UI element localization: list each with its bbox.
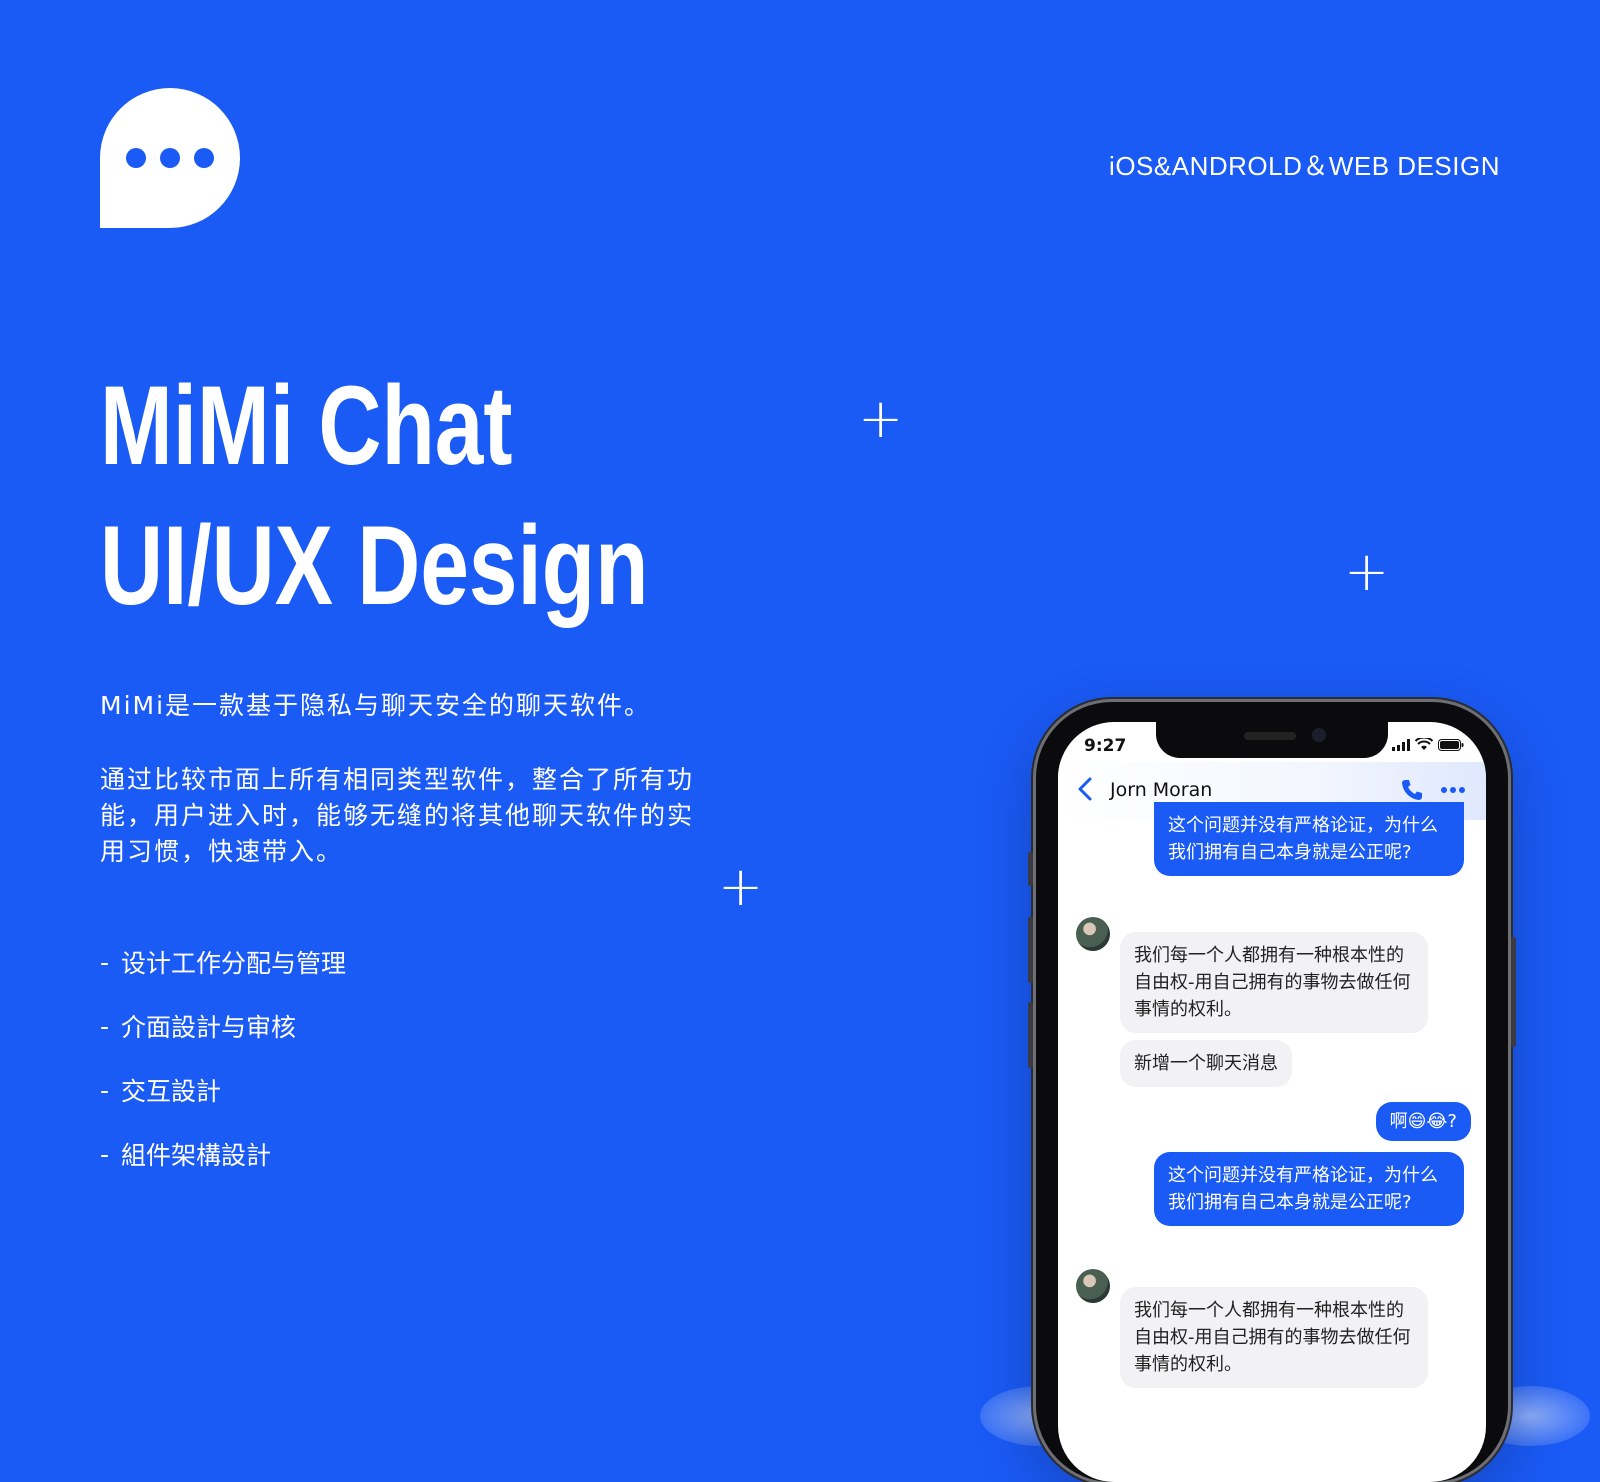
camera-icon <box>1312 728 1326 742</box>
volume-down-button <box>1028 1002 1033 1068</box>
message-bubble-incoming[interactable]: 我们每一个人都拥有一种根本性的自由权-用自己拥有的事物去做任何事情的权利。 <box>1120 932 1428 1033</box>
cellular-signal-icon <box>1392 738 1410 751</box>
feature-item: - 设计工作分配与管理 <box>100 930 346 994</box>
page-title-line2: UI/UX Design <box>100 503 649 628</box>
feature-item: - 交互設計 <box>100 1058 346 1122</box>
feature-label: 組件架構設計 <box>121 1141 272 1170</box>
message-bubble-outgoing[interactable]: 这个问题并没有严格论证，为什么我们拥有自己本身就是公正呢? <box>1154 1152 1464 1226</box>
more-options-icon[interactable] <box>1440 786 1466 794</box>
status-time: 9:27 <box>1084 736 1127 756</box>
plus-decoration-icon: + <box>1344 540 1390 603</box>
mute-switch <box>1028 852 1033 886</box>
feature-dash: - <box>100 1011 110 1041</box>
status-icons <box>1392 738 1464 751</box>
feature-label: 交互設計 <box>121 1077 222 1106</box>
phone-screen: 9:27 Jorn Moran 这个问题并没有严格论证，为什么我们拥有自己本身就… <box>1058 722 1486 1482</box>
wifi-icon <box>1415 738 1433 750</box>
description-text: 通过比较市面上所有相同类型软件，整合了所有功能，用户进入时，能够无缝的将其他聊天… <box>100 765 695 866</box>
contact-avatar[interactable] <box>1076 1269 1110 1303</box>
feature-list: - 设计工作分配与管理 - 介面設計与审核 - 交互設計 - 組件架構設計 <box>100 930 346 1186</box>
volume-up-button <box>1028 917 1033 983</box>
platform-tagline: iOS&ANDROLD＆WEB DESIGN <box>1109 151 1500 181</box>
battery-icon <box>1438 738 1464 751</box>
speaker-grille <box>1244 732 1296 740</box>
feature-item: - 介面設計与审核 <box>100 994 346 1058</box>
feature-item: - 組件架構設計 <box>100 1122 346 1186</box>
intro-text: MiMi是一款基于隐私与聊天安全的聊天软件。 <box>100 691 652 720</box>
back-chevron-icon[interactable] <box>1076 776 1094 802</box>
message-bubble-outgoing[interactable]: 这个问题并没有严格论证，为什么我们拥有自己本身就是公正呢? <box>1154 802 1464 876</box>
power-button <box>1511 937 1516 1047</box>
feature-dash: - <box>100 947 110 977</box>
phone-notch <box>1156 722 1388 758</box>
feature-dash: - <box>100 1075 110 1105</box>
message-bubble-outgoing[interactable]: 啊😄😂? <box>1375 1102 1471 1141</box>
contact-avatar[interactable] <box>1076 917 1110 951</box>
message-bubble-incoming[interactable]: 我们每一个人都拥有一种根本性的自由权-用自己拥有的事物去做任何事情的权利。 <box>1120 1287 1428 1388</box>
phone-mockup: 9:27 Jorn Moran 这个问题并没有严格论证，为什么我们拥有自己本身就… <box>1028 702 1516 1482</box>
feature-label: 设计工作分配与管理 <box>121 949 347 978</box>
plus-decoration-icon: + <box>858 387 904 450</box>
plus-decoration-icon: + <box>718 855 764 918</box>
contact-name: Jorn Moran <box>1110 779 1213 801</box>
page-title-line1: MiMi Chat <box>100 363 513 488</box>
feature-dash: - <box>100 1139 110 1169</box>
phone-call-icon[interactable] <box>1400 778 1424 802</box>
chat-bubble-icon <box>100 88 240 228</box>
feature-label: 介面設計与审核 <box>121 1013 297 1042</box>
message-bubble-incoming[interactable]: 新增一个聊天消息 <box>1120 1040 1292 1087</box>
